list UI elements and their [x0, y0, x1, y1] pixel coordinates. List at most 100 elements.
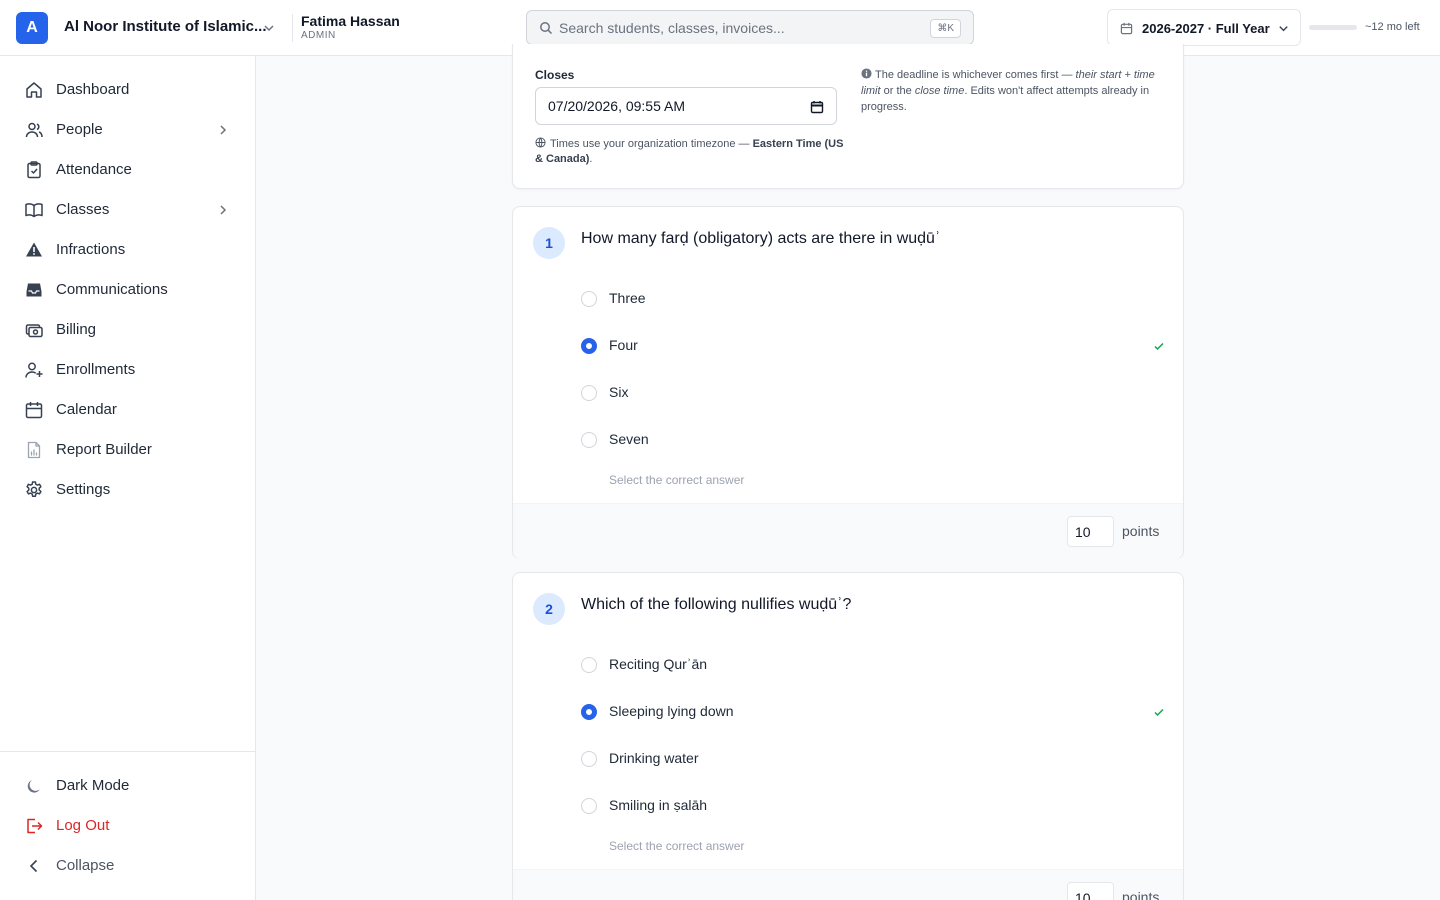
- sidebar-item-label: Billing: [56, 321, 97, 338]
- check-icon: [1154, 342, 1164, 351]
- deadline-note: The deadline is whichever comes first — …: [861, 67, 1161, 115]
- logout-label: Log Out: [56, 817, 110, 834]
- answer-option[interactable]: Smiling in ṣalāh: [581, 791, 1171, 821]
- sidebar-item-label: Dashboard: [56, 81, 130, 98]
- divider: [292, 14, 293, 42]
- points-label: points: [1122, 889, 1160, 900]
- points-input[interactable]: [1067, 516, 1114, 547]
- question-text[interactable]: Which of the following nullifies wuḍūʾ?: [581, 596, 851, 614]
- warning-icon: [26, 242, 42, 257]
- answer-option[interactable]: Three: [581, 284, 1171, 314]
- question-text[interactable]: How many farḍ (obligatory) acts are ther…: [581, 230, 940, 248]
- chevron-right-icon: [220, 125, 227, 135]
- answer-option-label: Three: [609, 290, 646, 306]
- info-icon: [861, 68, 872, 79]
- chevron-left-icon: [29, 859, 38, 873]
- question-footer: points: [513, 503, 1183, 559]
- logout-button[interactable]: Log Out: [16, 808, 240, 844]
- answer-option-label: Sleeping lying down: [609, 703, 734, 719]
- home-icon: [26, 82, 42, 98]
- answer-option[interactable]: Seven: [581, 425, 1171, 455]
- answer-radio[interactable]: [581, 657, 597, 673]
- answer-option[interactable]: Four: [581, 331, 1171, 361]
- gear-icon: [26, 481, 42, 497]
- answer-hint: Select the correct answer: [609, 473, 745, 487]
- answer-option-label: Smiling in ṣalāh: [609, 797, 708, 813]
- search-shortcut-badge: ⌘K: [930, 19, 961, 38]
- sidebar-item-label: Infractions: [56, 241, 126, 258]
- schedule-card: Closes 07/20/2026, 09:55 AM Times use yo…: [512, 44, 1184, 189]
- answer-radio[interactable]: [581, 704, 597, 720]
- chevron-down-icon: [1279, 26, 1288, 32]
- sidebar-item-billing[interactable]: Billing: [16, 312, 240, 348]
- search-input[interactable]: [559, 11, 919, 44]
- chevron-right-icon: [220, 205, 227, 215]
- logout-icon: [27, 818, 43, 834]
- search-icon: [540, 22, 553, 35]
- answer-radio[interactable]: [581, 291, 597, 307]
- question-card: 1 How many farḍ (obligatory) acts are th…: [512, 206, 1184, 559]
- sidebar-item-classes[interactable]: Classes: [16, 192, 240, 228]
- users-icon: [25, 122, 43, 138]
- sidebar-item-label: People: [56, 121, 103, 138]
- answer-radio[interactable]: [581, 385, 597, 401]
- user-name: Fatima Hassan: [301, 13, 400, 29]
- answer-option-label: Six: [609, 384, 629, 400]
- answer-option-label: Four: [609, 337, 638, 353]
- sidebar-item-label: Classes: [56, 201, 110, 218]
- calendar-icon[interactable]: [810, 100, 824, 114]
- answer-option[interactable]: Drinking water: [581, 744, 1171, 774]
- org-logo[interactable]: A: [16, 12, 48, 44]
- global-search[interactable]: ⌘K: [526, 10, 974, 45]
- moon-icon: [27, 780, 40, 793]
- sidebar-item-settings[interactable]: Settings: [16, 472, 240, 508]
- answer-option-label: Reciting Qurʾān: [609, 656, 708, 672]
- school-year-selector[interactable]: 2026-2027 · Full Year: [1107, 9, 1301, 46]
- sidebar-item-people[interactable]: People: [16, 112, 240, 148]
- org-name[interactable]: Al Noor Institute of Islamic...: [64, 18, 267, 35]
- school-year-label: 2026-2027 · Full Year: [1142, 21, 1270, 36]
- book-open-icon: [25, 203, 43, 218]
- globe-icon: [535, 137, 546, 148]
- answer-option[interactable]: Six: [581, 378, 1171, 408]
- user-plus-icon: [25, 362, 43, 378]
- chevron-down-icon[interactable]: [262, 21, 276, 35]
- year-time-left: ~12 mo left: [1365, 21, 1420, 33]
- answer-hint: Select the correct answer: [609, 839, 745, 853]
- answer-option[interactable]: Reciting Qurʾān: [581, 650, 1171, 680]
- calendar-icon: [1120, 22, 1133, 35]
- sidebar-item-calendar[interactable]: Calendar: [16, 392, 240, 428]
- report-icon: [27, 441, 41, 459]
- sidebar-item-enrollments[interactable]: Enrollments: [16, 352, 240, 388]
- points-input[interactable]: [1067, 882, 1114, 900]
- collapse-label: Collapse: [56, 857, 115, 874]
- sidebar-item-dashboard[interactable]: Dashboard: [16, 72, 240, 108]
- answer-radio[interactable]: [581, 338, 597, 354]
- answer-radio[interactable]: [581, 798, 597, 814]
- sidebar-item-infractions[interactable]: Infractions: [16, 232, 240, 268]
- sidebar-item-communications[interactable]: Communications: [16, 272, 240, 308]
- sidebar-item-report-builder[interactable]: Report Builder: [16, 432, 240, 468]
- dark-mode-toggle[interactable]: Dark Mode: [16, 768, 240, 804]
- user-role: ADMIN: [301, 30, 336, 41]
- question-footer: points: [513, 869, 1183, 900]
- answer-option-label: Seven: [609, 431, 649, 447]
- answer-radio[interactable]: [581, 432, 597, 448]
- question-card: 2 Which of the following nullifies wuḍūʾ…: [512, 572, 1184, 900]
- sidebar: Dashboard People Attendance Classes Infr…: [0, 56, 256, 900]
- check-icon: [1154, 708, 1164, 717]
- cash-icon: [25, 324, 43, 338]
- sidebar-item-attendance[interactable]: Attendance: [16, 152, 240, 188]
- sidebar-item-label: Settings: [56, 481, 111, 498]
- divider: [0, 751, 255, 752]
- closes-datetime-input[interactable]: 07/20/2026, 09:55 AM: [535, 87, 837, 125]
- question-number-badge: 1: [533, 227, 565, 259]
- sidebar-item-label: Report Builder: [56, 441, 152, 458]
- answer-option[interactable]: Sleeping lying down: [581, 697, 1171, 727]
- answer-option-label: Drinking water: [609, 750, 699, 766]
- deadline-note-text: or the: [880, 85, 915, 97]
- answer-radio[interactable]: [581, 751, 597, 767]
- collapse-sidebar-button[interactable]: Collapse: [16, 848, 240, 884]
- calendar-icon: [25, 402, 43, 419]
- year-progress-bar: [1309, 25, 1357, 30]
